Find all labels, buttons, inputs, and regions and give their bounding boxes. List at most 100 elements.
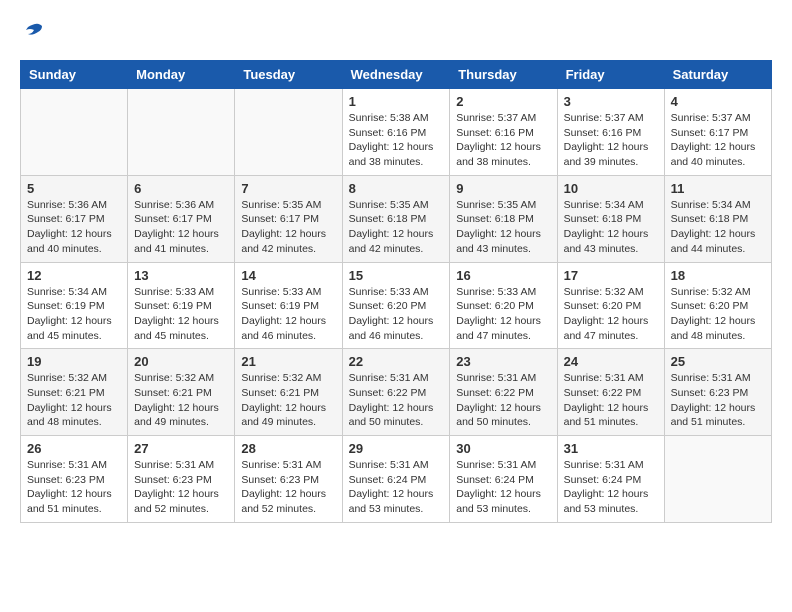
calendar-cell: 22 Sunrise: 5:31 AM Sunset: 6:22 PM Dayli…	[342, 349, 450, 436]
calendar-cell: 4 Sunrise: 5:37 AM Sunset: 6:17 PM Daylig…	[664, 89, 771, 176]
calendar-cell: 14 Sunrise: 5:33 AM Sunset: 6:19 PM Dayli…	[235, 262, 342, 349]
day-number: 16	[456, 268, 550, 283]
calendar-cell: 28Sunrise: 5:31 AM Sunset: 6:23 PM Dayli…	[235, 436, 342, 523]
day-info: Sunrise: 5:37 AM Sunset: 6:16 PM Dayligh…	[456, 111, 550, 170]
calendar-cell: 13 Sunrise: 5:33 AM Sunset: 6:19 PM Dayli…	[128, 262, 235, 349]
day-info: Sunrise: 5:38 AM Sunset: 6:16 PM Dayligh…	[349, 111, 444, 170]
day-number: 22	[349, 354, 444, 369]
day-number: 18	[671, 268, 765, 283]
day-info: Sunrise: 5:31 AM Sunset: 6:23 PM Dayligh…	[27, 458, 121, 517]
day-number: 15	[349, 268, 444, 283]
day-number: 13	[134, 268, 228, 283]
calendar-cell: 29 Sunrise: 5:31 AM Sunset: 6:24 PM Dayli…	[342, 436, 450, 523]
day-info: Sunrise: 5:31 AM Sunset: 6:23 PM Dayligh…	[671, 371, 765, 430]
page-header	[20, 20, 772, 44]
day-number: 10	[564, 181, 658, 196]
day-info: Sunrise: 5:34 AM Sunset: 6:18 PM Dayligh…	[564, 198, 658, 257]
day-number: 20	[134, 354, 228, 369]
day-number: 26	[27, 441, 121, 456]
weekday-header-sunday: Sunday	[21, 61, 128, 89]
calendar-cell: 25 Sunrise: 5:31 AM Sunset: 6:23 PM Dayli…	[664, 349, 771, 436]
calendar-cell: 16 Sunrise: 5:33 AM Sunset: 6:20 PM Dayli…	[450, 262, 557, 349]
calendar-cell: 8 Sunrise: 5:35 AM Sunset: 6:18 PM Daylig…	[342, 175, 450, 262]
calendar-cell: 21Sunrise: 5:32 AM Sunset: 6:21 PM Dayli…	[235, 349, 342, 436]
calendar-cell: 3Sunrise: 5:37 AM Sunset: 6:16 PM Daylig…	[557, 89, 664, 176]
day-number: 14	[241, 268, 335, 283]
calendar-cell: 31Sunrise: 5:31 AM Sunset: 6:24 PM Dayli…	[557, 436, 664, 523]
day-info: Sunrise: 5:33 AM Sunset: 6:19 PM Dayligh…	[241, 285, 335, 344]
calendar-cell: 27Sunrise: 5:31 AM Sunset: 6:23 PM Dayli…	[128, 436, 235, 523]
calendar-cell	[235, 89, 342, 176]
calendar-cell	[128, 89, 235, 176]
day-info: Sunrise: 5:35 AM Sunset: 6:18 PM Dayligh…	[456, 198, 550, 257]
day-number: 23	[456, 354, 550, 369]
weekday-header-tuesday: Tuesday	[235, 61, 342, 89]
day-number: 4	[671, 94, 765, 109]
day-info: Sunrise: 5:31 AM Sunset: 6:23 PM Dayligh…	[134, 458, 228, 517]
calendar-cell: 26 Sunrise: 5:31 AM Sunset: 6:23 PM Dayli…	[21, 436, 128, 523]
calendar-cell: 7Sunrise: 5:35 AM Sunset: 6:17 PM Daylig…	[235, 175, 342, 262]
calendar-cell: 1 Sunrise: 5:38 AM Sunset: 6:16 PM Daylig…	[342, 89, 450, 176]
day-info: Sunrise: 5:33 AM Sunset: 6:20 PM Dayligh…	[349, 285, 444, 344]
day-number: 19	[27, 354, 121, 369]
day-number: 30	[456, 441, 550, 456]
weekday-header-saturday: Saturday	[664, 61, 771, 89]
calendar-cell: 11 Sunrise: 5:34 AM Sunset: 6:18 PM Dayli…	[664, 175, 771, 262]
weekday-header-wednesday: Wednesday	[342, 61, 450, 89]
day-number: 31	[564, 441, 658, 456]
day-info: Sunrise: 5:31 AM Sunset: 6:22 PM Dayligh…	[349, 371, 444, 430]
day-number: 5	[27, 181, 121, 196]
weekday-header-monday: Monday	[128, 61, 235, 89]
day-info: Sunrise: 5:32 AM Sunset: 6:21 PM Dayligh…	[134, 371, 228, 430]
day-number: 28	[241, 441, 335, 456]
day-info: Sunrise: 5:35 AM Sunset: 6:18 PM Dayligh…	[349, 198, 444, 257]
day-info: Sunrise: 5:33 AM Sunset: 6:20 PM Dayligh…	[456, 285, 550, 344]
day-number: 12	[27, 268, 121, 283]
logo-bird-icon	[22, 20, 46, 44]
calendar-cell	[664, 436, 771, 523]
calendar-cell: 9Sunrise: 5:35 AM Sunset: 6:18 PM Daylig…	[450, 175, 557, 262]
calendar-week-3: 12Sunrise: 5:34 AM Sunset: 6:19 PM Dayli…	[21, 262, 772, 349]
day-number: 11	[671, 181, 765, 196]
day-info: Sunrise: 5:31 AM Sunset: 6:24 PM Dayligh…	[456, 458, 550, 517]
calendar-cell: 23 Sunrise: 5:31 AM Sunset: 6:22 PM Dayli…	[450, 349, 557, 436]
day-number: 3	[564, 94, 658, 109]
logo	[20, 20, 48, 44]
day-number: 1	[349, 94, 444, 109]
logo-text	[20, 20, 48, 44]
calendar-cell: 12Sunrise: 5:34 AM Sunset: 6:19 PM Dayli…	[21, 262, 128, 349]
day-number: 8	[349, 181, 444, 196]
day-number: 24	[564, 354, 658, 369]
weekday-header-thursday: Thursday	[450, 61, 557, 89]
calendar-week-2: 5 Sunrise: 5:36 AM Sunset: 6:17 PM Daylig…	[21, 175, 772, 262]
calendar-cell: 15 Sunrise: 5:33 AM Sunset: 6:20 PM Dayli…	[342, 262, 450, 349]
calendar-table: SundayMondayTuesdayWednesdayThursdayFrid…	[20, 60, 772, 523]
calendar-week-1: 1 Sunrise: 5:38 AM Sunset: 6:16 PM Daylig…	[21, 89, 772, 176]
day-number: 6	[134, 181, 228, 196]
day-info: Sunrise: 5:37 AM Sunset: 6:17 PM Dayligh…	[671, 111, 765, 170]
day-info: Sunrise: 5:33 AM Sunset: 6:19 PM Dayligh…	[134, 285, 228, 344]
calendar-cell: 24Sunrise: 5:31 AM Sunset: 6:22 PM Dayli…	[557, 349, 664, 436]
day-number: 25	[671, 354, 765, 369]
weekday-header-friday: Friday	[557, 61, 664, 89]
day-number: 21	[241, 354, 335, 369]
calendar-week-4: 19 Sunrise: 5:32 AM Sunset: 6:21 PM Dayli…	[21, 349, 772, 436]
calendar-cell: 19 Sunrise: 5:32 AM Sunset: 6:21 PM Dayli…	[21, 349, 128, 436]
calendar-week-5: 26 Sunrise: 5:31 AM Sunset: 6:23 PM Dayli…	[21, 436, 772, 523]
day-info: Sunrise: 5:36 AM Sunset: 6:17 PM Dayligh…	[134, 198, 228, 257]
calendar-cell	[21, 89, 128, 176]
day-info: Sunrise: 5:31 AM Sunset: 6:22 PM Dayligh…	[456, 371, 550, 430]
calendar-cell: 20 Sunrise: 5:32 AM Sunset: 6:21 PM Dayli…	[128, 349, 235, 436]
day-number: 7	[241, 181, 335, 196]
calendar-cell: 6 Sunrise: 5:36 AM Sunset: 6:17 PM Daylig…	[128, 175, 235, 262]
calendar-cell: 10 Sunrise: 5:34 AM Sunset: 6:18 PM Dayli…	[557, 175, 664, 262]
day-number: 17	[564, 268, 658, 283]
day-info: Sunrise: 5:34 AM Sunset: 6:18 PM Dayligh…	[671, 198, 765, 257]
day-info: Sunrise: 5:32 AM Sunset: 6:21 PM Dayligh…	[27, 371, 121, 430]
calendar-cell: 5Sunrise: 5:36 AM Sunset: 6:17 PM Daylig…	[21, 175, 128, 262]
calendar-cell: 17 Sunrise: 5:32 AM Sunset: 6:20 PM Dayli…	[557, 262, 664, 349]
day-info: Sunrise: 5:32 AM Sunset: 6:20 PM Dayligh…	[564, 285, 658, 344]
day-number: 29	[349, 441, 444, 456]
day-info: Sunrise: 5:32 AM Sunset: 6:20 PM Dayligh…	[671, 285, 765, 344]
day-info: Sunrise: 5:31 AM Sunset: 6:24 PM Dayligh…	[349, 458, 444, 517]
